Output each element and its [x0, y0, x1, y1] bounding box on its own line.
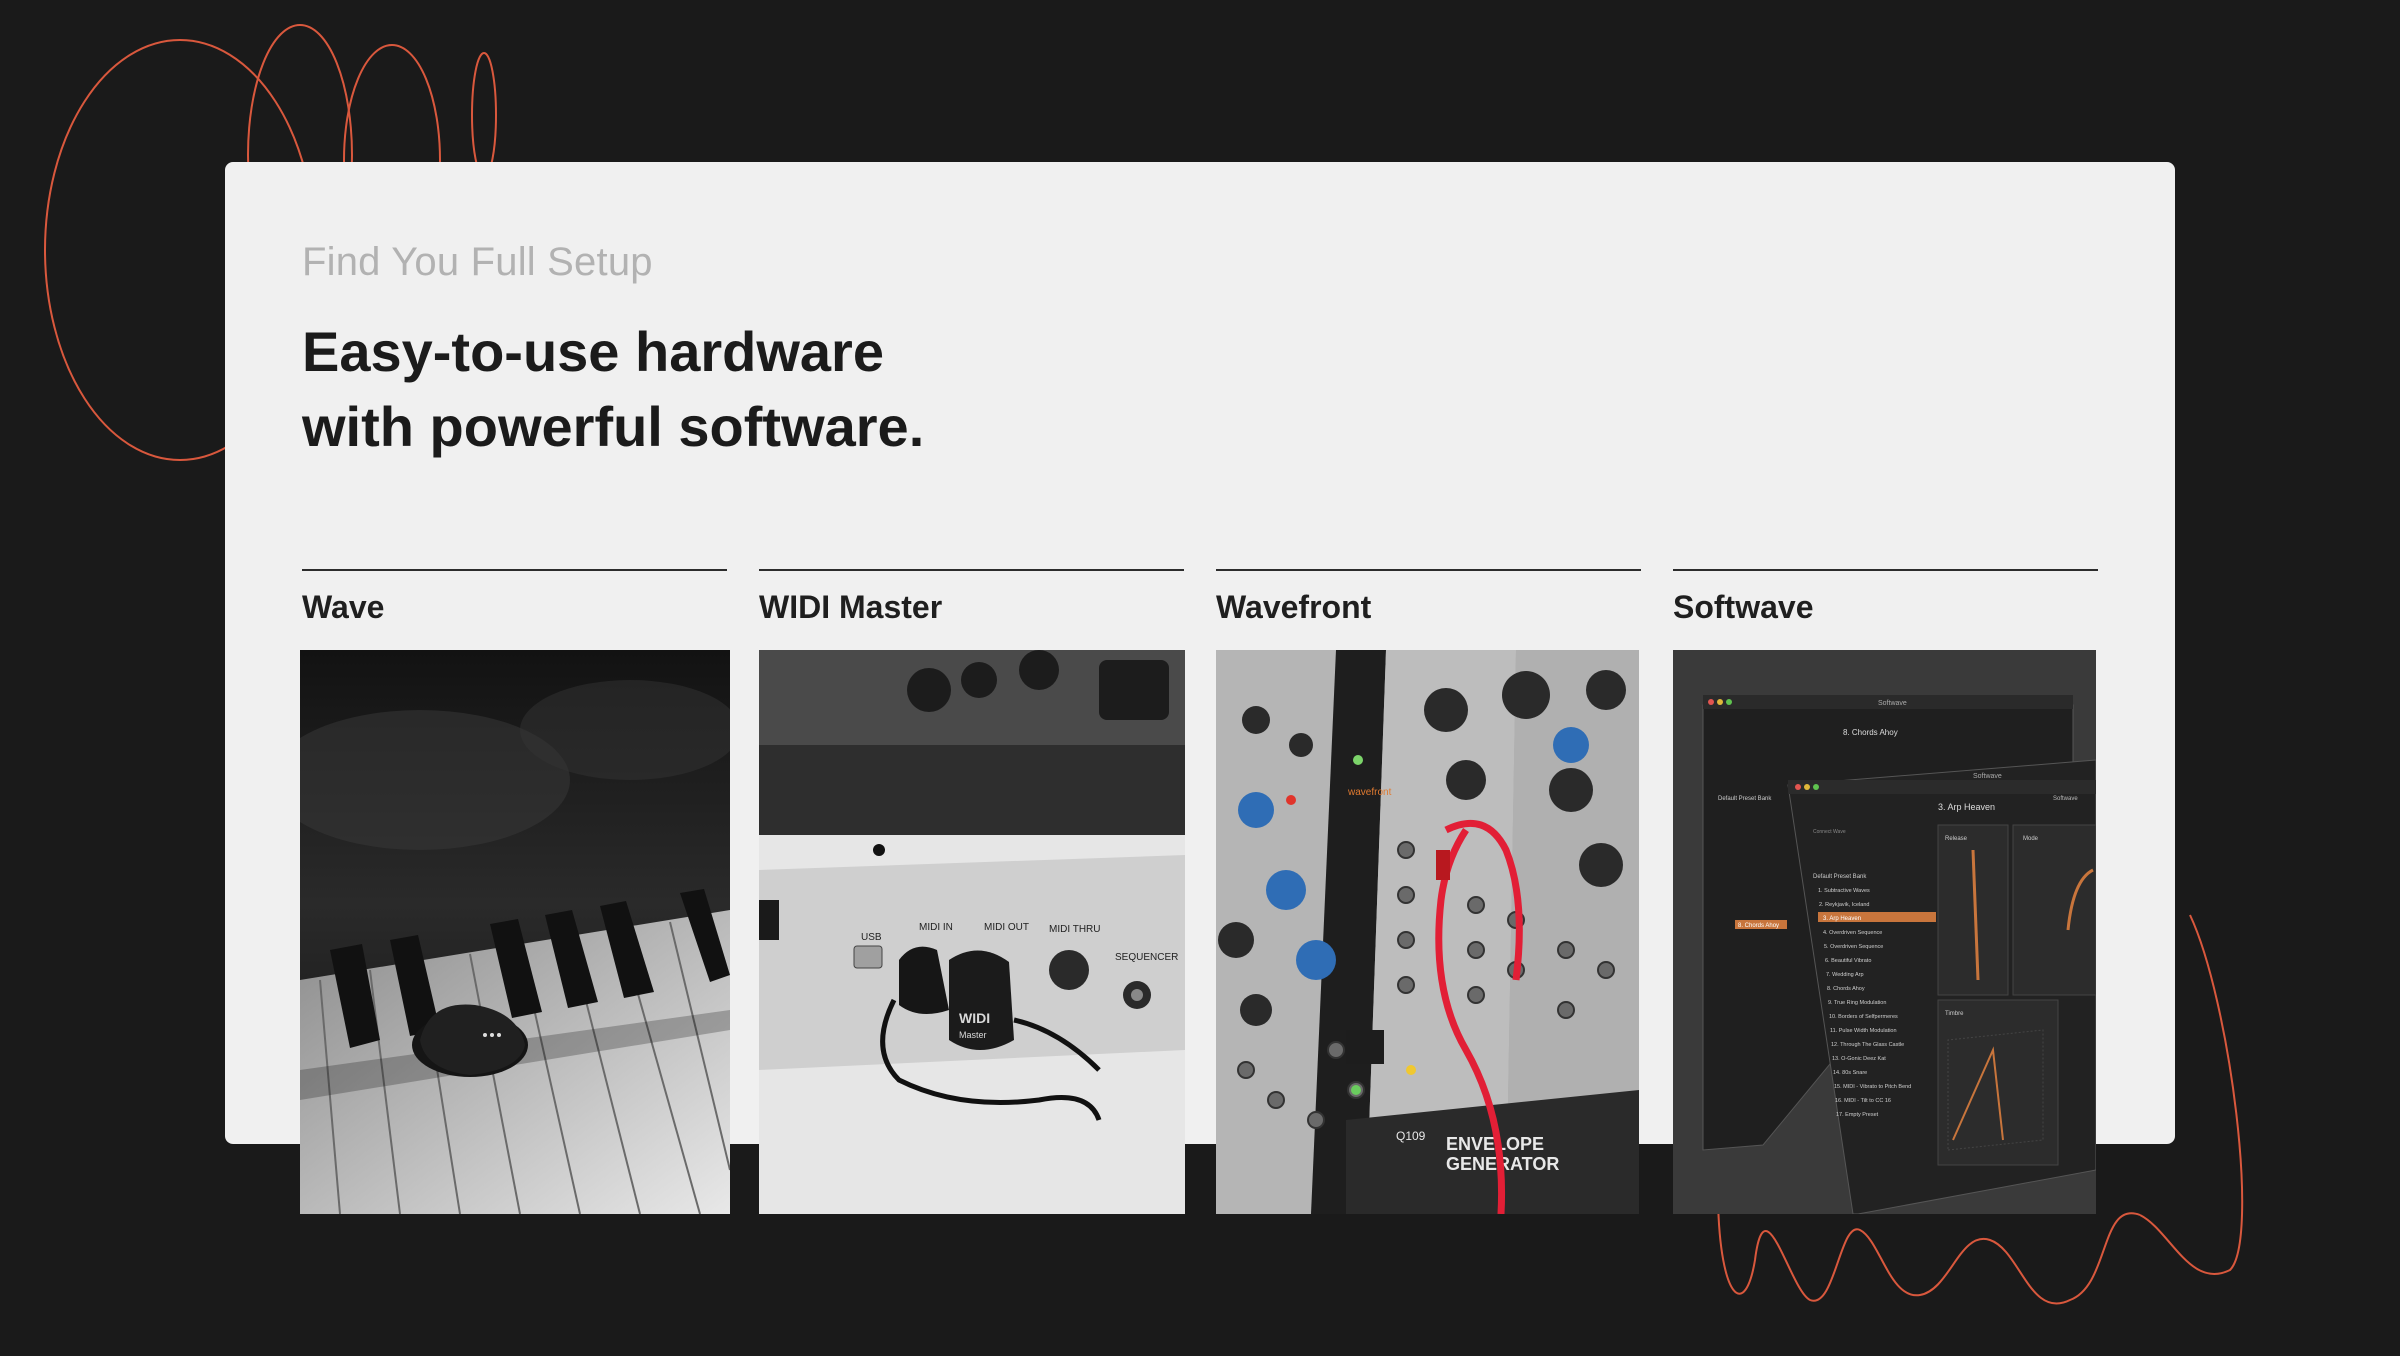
product-column-softwave[interactable]: Softwave: [1673, 569, 2098, 626]
product-image-wave[interactable]: [300, 650, 730, 1214]
back-highlighted-preset: 8. Chords Ahoy: [1738, 923, 1779, 929]
preset-item: 14. 80s Snare: [1833, 1070, 1867, 1076]
wavefront-module-id: Q109: [1396, 1129, 1426, 1143]
preset-item: 9. True Ring Modulation: [1828, 1000, 1886, 1006]
product-name-softwave[interactable]: Softwave: [1673, 589, 2098, 626]
preset-item: 12. Through The Glass Castle: [1831, 1042, 1904, 1048]
divider: [302, 569, 727, 571]
preset-item: 17. Empty Preset: [1836, 1112, 1879, 1118]
product-name-wave[interactable]: Wave: [302, 589, 727, 626]
back-window-title: Softwave: [1878, 700, 1907, 707]
preset-item: 16. MIDI - Tilt to CC 16: [1835, 1098, 1891, 1104]
widi-brand-line2: Master: [959, 1030, 987, 1040]
front-highlighted-preset: 3. Arp Heaven: [1823, 916, 1861, 922]
connect-wave-label: Connect Wave: [1813, 829, 1846, 835]
back-bank-title: Default Preset Bank: [1718, 796, 1772, 802]
front-bank-title: Default Preset Bank: [1813, 874, 1867, 880]
label-midi-in: MIDI IN: [919, 922, 953, 933]
preset-item: 15. MIDI - Vibrato to Pitch Bend: [1834, 1084, 1911, 1090]
product-column-widi-master[interactable]: WIDI Master: [759, 569, 1184, 626]
widi-brand-line1: WIDI: [959, 1010, 990, 1026]
preset-item: 5. Overdriven Sequence: [1824, 944, 1883, 950]
divider: [1673, 569, 2098, 571]
product-image-softwave[interactable]: Softwave 8. Chords Ahoy Default Preset B…: [1673, 650, 2096, 1214]
front-header-label: Softwave: [2053, 796, 2078, 802]
front-window-title: Softwave: [1973, 773, 2002, 780]
preset-item: 1. Subtractive Waves: [1818, 888, 1870, 894]
label-midi-thru: MIDI THRU: [1049, 924, 1100, 935]
param-release: Release: [1945, 836, 1968, 842]
product-name-wavefront[interactable]: Wavefront: [1216, 589, 1641, 626]
preset-item: 11. Pulse Width Modulation: [1830, 1028, 1897, 1034]
product-column-wave[interactable]: Wave: [302, 569, 727, 626]
product-image-wavefront[interactable]: wavefront ENVELOPE GENERATOR Q109: [1216, 650, 1639, 1214]
preset-item: 4. Overdriven Sequence: [1823, 930, 1882, 936]
preset-item: 7. Wedding Arp: [1826, 972, 1864, 978]
label-usb: USB: [861, 932, 882, 943]
front-preset-title: 3. Arp Heaven: [1938, 802, 1995, 812]
preset-item: 6. Beautiful Vibrato: [1825, 958, 1871, 964]
divider: [1216, 569, 1641, 571]
product-image-widi-master[interactable]: USB MIDI IN MIDI OUT MIDI THRU SEQUENCER…: [759, 650, 1185, 1214]
preset-item: 10. Borders of Selfpermeres: [1829, 1014, 1898, 1020]
label-midi-out: MIDI OUT: [984, 922, 1029, 933]
param-mode: Mode: [2023, 836, 2039, 842]
back-preset-title: 8. Chords Ahoy: [1843, 728, 1898, 737]
headline-line-2: with powerful software.: [302, 395, 925, 458]
product-column-wavefront[interactable]: Wavefront: [1216, 569, 1641, 626]
label-sequencer: SEQUENCER: [1115, 952, 1178, 963]
section-eyebrow: Find You Full Setup: [302, 240, 653, 284]
product-name-widi-master[interactable]: WIDI Master: [759, 589, 1184, 626]
wavefront-brand-label: wavefront: [1347, 787, 1392, 798]
param-timbre: Timbre: [1945, 1011, 1964, 1017]
section-headline: Easy-to-use hardware with powerful softw…: [302, 314, 1202, 464]
headline-line-1: Easy-to-use hardware: [302, 320, 884, 383]
preset-item: 13. O-Gonic Deez Kat: [1832, 1056, 1886, 1062]
preset-item: 8. Chords Ahoy: [1827, 986, 1865, 992]
preset-item: 2. Reykjavik, Iceland: [1819, 902, 1869, 908]
divider: [759, 569, 1184, 571]
